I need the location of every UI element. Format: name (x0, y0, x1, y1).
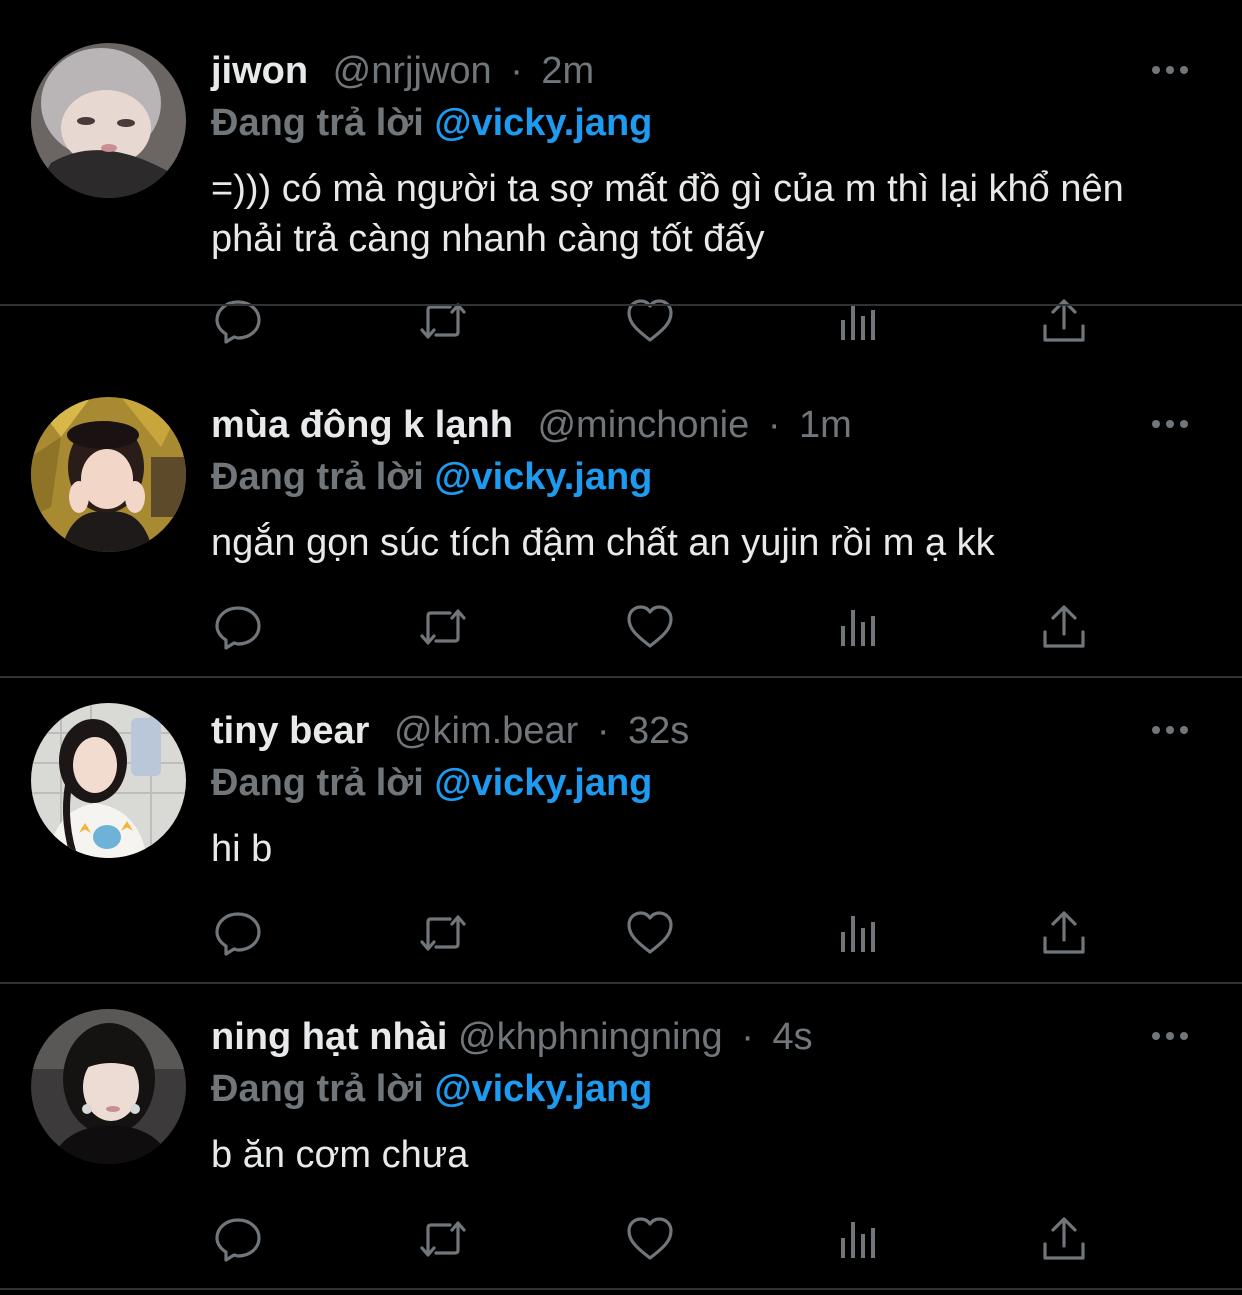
share-icon[interactable] (1039, 908, 1089, 958)
share-icon[interactable] (1039, 602, 1089, 652)
tweet-text: b ăn cơm chưa (211, 1134, 469, 1176)
replying-to-label: Đang trả lời (211, 762, 424, 804)
separator-dot: · (767, 404, 781, 446)
tweet-text: =))) có mà người ta sợ mất đồ gì của m t… (211, 168, 1124, 260)
retweet-icon[interactable] (418, 602, 468, 652)
like-icon[interactable] (625, 908, 675, 958)
tweet[interactable]: tiny bear @kim.bear · 32s Đang trả lời @… (0, 678, 1242, 984)
separator-dot: · (741, 1016, 754, 1058)
more-options-icon[interactable] (1150, 60, 1190, 80)
tweet[interactable]: jiwon @nrjjwon · 2m Đang trả lời @vicky.… (0, 0, 1242, 344)
more-options-icon[interactable] (1150, 414, 1190, 434)
replying-to-label: Đang trả lời (211, 102, 424, 144)
separator-dot: · (596, 710, 610, 752)
tweet-header: ning hạt nhài @khphningning · 4s (211, 1014, 813, 1060)
action-bar (213, 1214, 1093, 1264)
tweet[interactable]: mùa đông k lạnh @minchonie · 1m Đang trả… (0, 372, 1242, 678)
display-name[interactable]: ning hạt nhài (211, 1016, 447, 1058)
display-name[interactable]: mùa đông k lạnh (211, 404, 513, 446)
mention-link[interactable]: @vicky.jang (434, 456, 652, 498)
mention-link[interactable]: @vicky.jang (434, 762, 652, 804)
action-bar (213, 908, 1093, 958)
views-icon[interactable] (833, 602, 883, 652)
avatar[interactable] (31, 1009, 186, 1164)
replying-to: Đang trả lời @vicky.jang (211, 760, 652, 806)
retweet-icon[interactable] (418, 908, 468, 958)
replying-to-label: Đang trả lời (211, 1068, 424, 1110)
tweet-text: ngắn gọn súc tích đậm chất an yujin rồi … (211, 522, 995, 564)
share-icon[interactable] (1039, 1214, 1089, 1264)
tweet-header: mùa đông k lạnh @minchonie · 1m (211, 402, 852, 448)
tweet-divider (0, 1288, 1242, 1290)
timestamp[interactable]: 1m (799, 404, 852, 446)
more-options-icon[interactable] (1150, 1026, 1190, 1046)
avatar[interactable] (31, 703, 186, 858)
mention-link[interactable]: @vicky.jang (434, 1068, 652, 1110)
user-handle[interactable]: @minchonie (537, 404, 749, 446)
action-bar (213, 602, 1093, 652)
user-handle[interactable]: @nrjjwon (333, 50, 492, 92)
tweet[interactable]: ning hạt nhài @khphningning · 4s Đang tr… (0, 984, 1242, 1290)
replying-to: Đang trả lời @vicky.jang (211, 454, 652, 500)
retweet-icon[interactable] (418, 1214, 468, 1264)
views-icon[interactable] (833, 1214, 883, 1264)
tweet-text: hi b (211, 828, 273, 870)
display-name[interactable]: jiwon (211, 50, 308, 92)
views-icon[interactable] (833, 908, 883, 958)
timestamp[interactable]: 4s (772, 1016, 812, 1058)
like-icon[interactable] (625, 1214, 675, 1264)
like-icon[interactable] (625, 602, 675, 652)
replying-to-label: Đang trả lời (211, 456, 424, 498)
reply-feed: jiwon @nrjjwon · 2m Đang trả lời @vicky.… (0, 0, 1242, 1295)
timestamp[interactable]: 2m (541, 50, 594, 92)
avatar[interactable] (31, 43, 186, 198)
reply-icon[interactable] (213, 602, 263, 652)
avatar[interactable] (31, 397, 186, 552)
display-name[interactable]: tiny bear (211, 710, 369, 752)
more-options-icon[interactable] (1150, 720, 1190, 740)
user-handle[interactable]: @khphningning (458, 1016, 723, 1058)
replying-to: Đang trả lời @vicky.jang (211, 100, 652, 146)
mention-link[interactable]: @vicky.jang (434, 102, 652, 144)
tweet-divider (0, 304, 1242, 306)
timestamp[interactable]: 32s (628, 710, 689, 752)
reply-icon[interactable] (213, 1214, 263, 1264)
user-handle[interactable]: @kim.bear (394, 710, 578, 752)
replying-to: Đang trả lời @vicky.jang (211, 1066, 652, 1112)
tweet-header: tiny bear @kim.bear · 32s (211, 708, 689, 754)
tweet-header: jiwon @nrjjwon · 2m (211, 48, 594, 94)
reply-icon[interactable] (213, 908, 263, 958)
separator-dot: · (510, 50, 523, 92)
